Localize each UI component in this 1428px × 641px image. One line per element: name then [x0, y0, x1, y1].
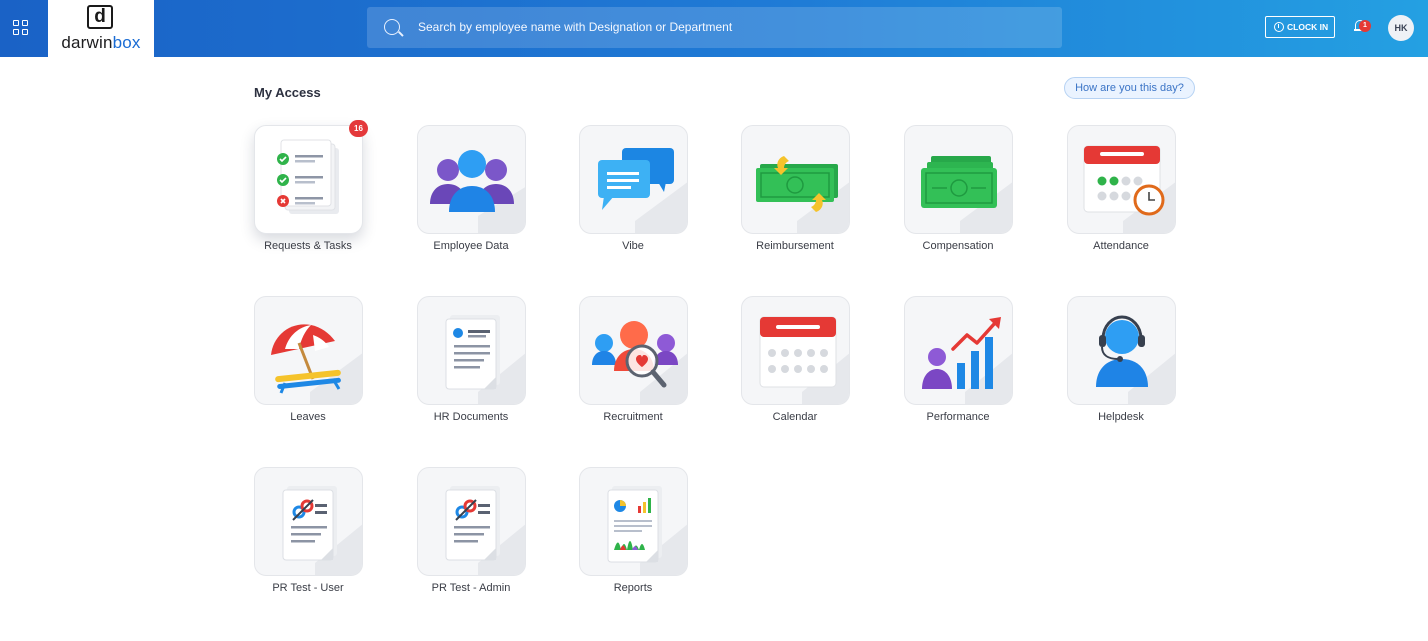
- logo-mark: d: [87, 5, 113, 29]
- tile-label: Reimbursement: [756, 240, 834, 252]
- performance-icon: [922, 317, 1012, 404]
- tile-label: HR Documents: [433, 411, 509, 423]
- pr-test-user-icon: [282, 486, 362, 575]
- tile-label: Compensation: [922, 240, 994, 252]
- search-placeholder: Search by employee name with Designation…: [418, 20, 733, 34]
- tile-label: PR Test - Admin: [431, 582, 511, 594]
- tile-label: Helpdesk: [1098, 411, 1144, 423]
- tile-label: Attendance: [1093, 240, 1149, 252]
- logo-wordmark: darwinbox: [61, 33, 141, 52]
- recruitment-icon: [592, 321, 687, 404]
- employee-data-icon: [430, 150, 525, 233]
- calendar-icon: [759, 316, 849, 404]
- tile-label: PR Test - User: [272, 582, 344, 594]
- leaves-icon: [271, 324, 362, 404]
- vibe-icon: [598, 148, 687, 233]
- tile-pr-test-user[interactable]: [254, 467, 363, 576]
- tile-label: Vibe: [622, 240, 644, 252]
- clock-in-button[interactable]: CLOCK IN: [1265, 16, 1335, 38]
- search-input[interactable]: Search by employee name with Designation…: [367, 7, 1062, 48]
- tile-label: Performance: [926, 411, 990, 423]
- tile-label: Calendar: [772, 411, 818, 423]
- tile-label: Recruitment: [603, 411, 663, 423]
- tile-hr-documents[interactable]: [417, 296, 526, 405]
- attendance-icon: [1083, 145, 1175, 233]
- tile-pr-test-admin[interactable]: [417, 467, 526, 576]
- requests-tasks-badge: 16: [349, 120, 368, 137]
- tile-label: Reports: [613, 582, 653, 594]
- tile-reimbursement[interactable]: [741, 125, 850, 234]
- clock-in-label: CLOCK IN: [1287, 22, 1329, 32]
- tile-vibe[interactable]: [579, 125, 688, 234]
- compensation-icon: [921, 156, 1012, 233]
- tile-label: Employee Data: [433, 240, 509, 252]
- helpdesk-icon: [1096, 315, 1175, 404]
- notification-bell-icon[interactable]: 1: [1354, 19, 1371, 33]
- tile-reports[interactable]: [579, 467, 688, 576]
- tile-label: Requests & Tasks: [264, 240, 352, 252]
- tile-employee-data[interactable]: [417, 125, 526, 234]
- tile-recruitment[interactable]: [579, 296, 688, 405]
- tile-label: Leaves: [290, 411, 326, 423]
- tile-helpdesk[interactable]: [1067, 296, 1176, 405]
- tile-leaves[interactable]: [254, 296, 363, 405]
- top-bar: d darwinbox Search by employee name with…: [0, 0, 1428, 57]
- avatar[interactable]: HK: [1388, 15, 1414, 41]
- reimbursement-icon: [756, 156, 849, 233]
- tile-attendance[interactable]: [1067, 125, 1176, 234]
- hr-documents-icon: [445, 315, 525, 404]
- darwinbox-logo[interactable]: d darwinbox: [48, 0, 154, 57]
- search-icon: [384, 19, 400, 35]
- app-grid-icon[interactable]: [13, 20, 29, 36]
- tile-performance[interactable]: [904, 296, 1013, 405]
- requests-tasks-icon: [277, 139, 339, 214]
- mood-button[interactable]: How are you this day?: [1064, 77, 1195, 99]
- reports-icon: [607, 486, 687, 575]
- pr-test-admin-icon: [445, 486, 525, 575]
- tile-compensation[interactable]: [904, 125, 1013, 234]
- clock-icon: [1274, 22, 1284, 32]
- tile-requests-tasks[interactable]: [254, 125, 363, 234]
- page-title: My Access: [254, 85, 321, 100]
- notification-badge: 1: [1359, 20, 1371, 32]
- tile-calendar[interactable]: [741, 296, 850, 405]
